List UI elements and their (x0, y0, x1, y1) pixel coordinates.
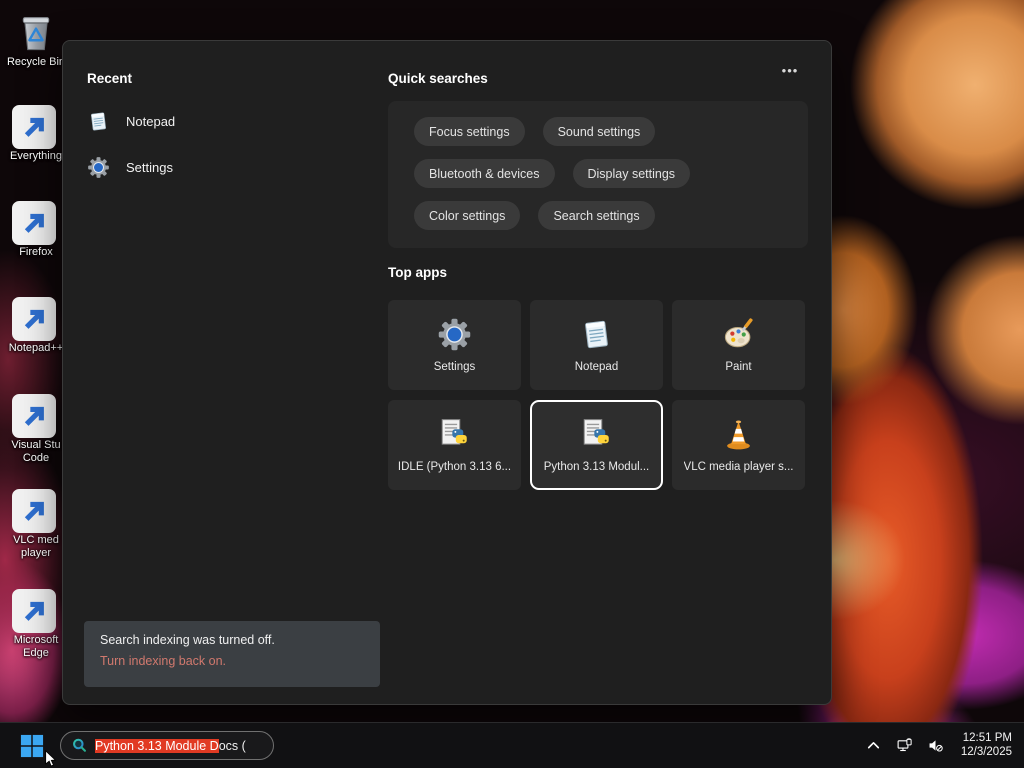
quick-search-pill[interactable]: Search settings (538, 201, 655, 230)
turn-indexing-on-link[interactable]: Turn indexing back on. (100, 653, 364, 670)
shortcut-arrow-icon (12, 394, 56, 438)
notepad-icon (91, 112, 106, 130)
desktop-icon-label: Firefox (19, 246, 53, 258)
app-tile-label: Paint (725, 361, 752, 373)
search-icon (73, 738, 86, 752)
desktop-icon-label: Notepad++ (8, 342, 64, 354)
indexing-notice-message: Search indexing was turned off. (100, 633, 275, 647)
quick-search-pill[interactable]: Color settings (414, 201, 521, 230)
system-tray: 12:51 PM 12/3/2025 (862, 732, 1024, 759)
settings-gear-icon (88, 156, 109, 178)
app-tile-settings[interactable]: Settings (388, 300, 521, 390)
python-doc-icon (441, 419, 467, 445)
desktop-icon-everything[interactable]: Everything (4, 104, 68, 163)
taskbar-search-box[interactable]: Python 3.13 Module Docs ( (60, 731, 274, 760)
clock-time: 12:51 PM (962, 732, 1012, 744)
quick-search-pill[interactable]: Focus settings (414, 117, 525, 146)
settings-gear-icon (438, 318, 471, 351)
shortcut-arrow-icon (12, 105, 56, 149)
recent-section-title: Recent (87, 71, 133, 86)
volume-muted-icon[interactable] (924, 734, 948, 758)
notepad-plus-plus-icon (12, 296, 58, 341)
firefox-icon (12, 200, 58, 245)
tray-chevron-up-icon[interactable] (862, 734, 886, 758)
quick-search-pill[interactable]: Bluetooth & devices (414, 159, 555, 188)
app-tile-label: Python 3.13 Modul... (543, 461, 650, 473)
quick-search-pill[interactable]: Display settings (572, 159, 691, 188)
app-tile-label: Settings (433, 361, 476, 373)
desktop-icon-recycle-bin[interactable]: Recycle Bin (4, 10, 68, 69)
vlc-cone-icon (727, 420, 750, 450)
desktop-icon-vlc[interactable]: VLC med player (4, 488, 68, 560)
app-tile-vlc-skinned[interactable]: VLC media player s... (672, 400, 805, 490)
desktop-icon-vscode[interactable]: Visual Stu Code (4, 393, 68, 465)
shortcut-arrow-icon (12, 489, 56, 533)
quick-searches-card: Focus settings Sound settings Bluetooth … (388, 101, 808, 248)
recent-item-notepad[interactable]: Notepad (87, 104, 367, 138)
mouse-cursor (45, 750, 57, 767)
search-text-selected: Python 3.13 Module D (95, 738, 219, 753)
app-tile-notepad[interactable]: Notepad (530, 300, 663, 390)
start-button[interactable] (17, 731, 47, 761)
recent-item-settings[interactable]: Settings (87, 150, 367, 184)
desktop-icon-label: Microsoft Edge (13, 634, 59, 659)
shortcut-arrow-icon (12, 589, 56, 633)
app-tile-paint[interactable]: Paint (672, 300, 805, 390)
vscode-icon (12, 393, 58, 438)
clock-date: 12/3/2025 (960, 745, 1012, 758)
desktop-icon-label: Recycle Bin (6, 56, 66, 68)
desktop-icon-edge[interactable]: Microsoft Edge (4, 588, 68, 660)
recent-item-label: Notepad (126, 113, 176, 129)
quick-searches-title: Quick searches (388, 71, 488, 86)
network-icon[interactable] (893, 734, 917, 758)
top-apps-title: Top apps (388, 265, 447, 280)
app-tile-idle-python[interactable]: IDLE (Python 3.13 6... (388, 400, 521, 490)
paint-palette-icon (724, 318, 753, 348)
more-options-icon[interactable]: ••• (775, 63, 805, 83)
app-tile-label: IDLE (Python 3.13 6... (397, 461, 512, 473)
taskbar: Python 3.13 Module Docs ( 12:51 PM 12/3/… (0, 722, 1024, 768)
everything-search-icon (12, 104, 58, 149)
desktop-icon-label: Everything (10, 150, 62, 162)
notepad-icon (585, 320, 608, 349)
recycle-bin-icon (14, 10, 58, 54)
desktop-icon-firefox[interactable]: Firefox (4, 200, 68, 259)
desktop-icon-label: VLC med player (13, 534, 59, 559)
search-input-text: Python 3.13 Module Docs ( (95, 738, 246, 753)
shortcut-arrow-icon (12, 297, 56, 341)
python-doc-icon (583, 419, 609, 445)
quick-search-pill[interactable]: Sound settings (542, 117, 656, 146)
top-apps-grid: Settings Notepad Paint IDLE (Python 3.13… (388, 300, 805, 490)
app-tile-label: VLC media player s... (683, 461, 794, 473)
vlc-cone-icon (12, 488, 58, 533)
desktop-icon-notepad-plus-plus[interactable]: Notepad++ (4, 296, 68, 355)
recent-item-label: Settings (126, 159, 173, 175)
edge-icon (12, 588, 58, 633)
desktop-icon-label: Visual Stu Code (11, 439, 61, 464)
search-text-rest: ocs ( (218, 738, 246, 753)
taskbar-clock[interactable]: 12:51 PM 12/3/2025 (961, 732, 1012, 759)
app-tile-python-module-docs[interactable]: Python 3.13 Modul... (530, 400, 663, 490)
app-tile-label: Notepad (574, 361, 619, 373)
shortcut-arrow-icon (12, 201, 56, 245)
indexing-notice: Search indexing was turned off. Turn ind… (84, 621, 380, 687)
windows-logo-icon (20, 734, 44, 757)
search-flyout-panel: Recent Notepad Settings Quick searches •… (62, 40, 832, 705)
